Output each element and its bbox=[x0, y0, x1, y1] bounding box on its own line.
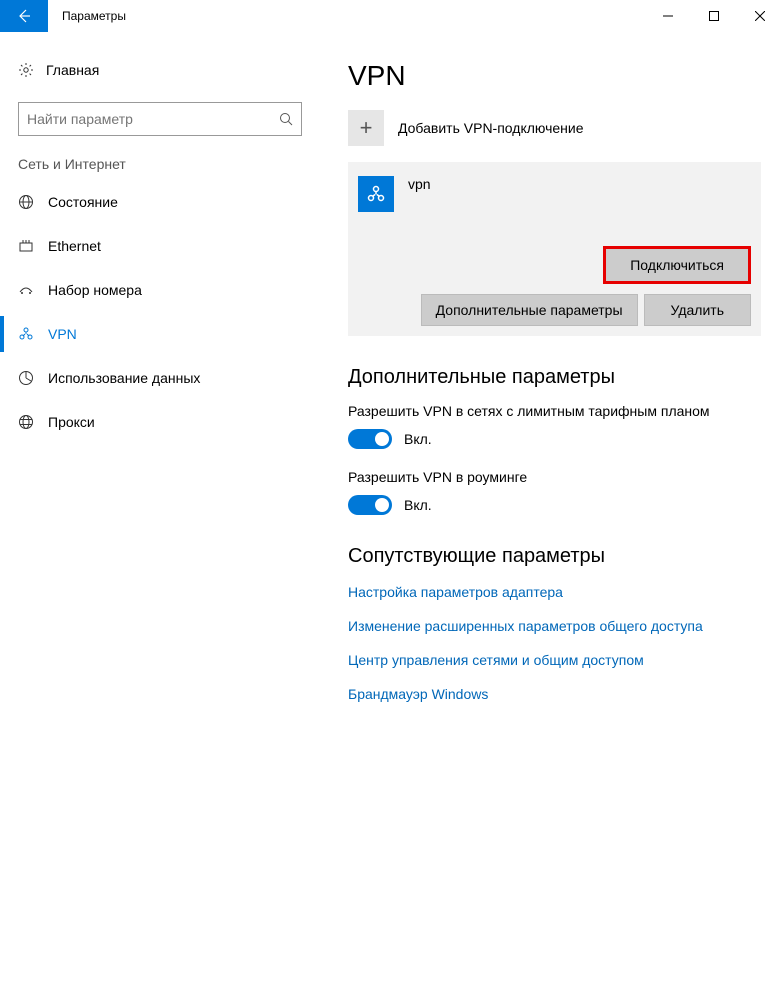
proxy-icon bbox=[18, 414, 48, 430]
connect-button[interactable]: Подключиться bbox=[603, 246, 751, 284]
setting-desc: Разрешить VPN в роуминге bbox=[348, 469, 761, 485]
setting-desc: Разрешить VPN в сетях с лимитным тарифны… bbox=[348, 403, 761, 419]
arrow-left-icon bbox=[16, 8, 32, 24]
maximize-icon bbox=[709, 11, 719, 21]
page-heading: VPN bbox=[348, 60, 761, 92]
advanced-options-button[interactable]: Дополнительные параметры bbox=[421, 294, 638, 326]
setting-roaming: Разрешить VPN в роуминге Вкл. bbox=[348, 469, 761, 515]
toggle-state: Вкл. bbox=[404, 497, 432, 513]
gear-icon bbox=[18, 62, 46, 78]
window-title: Параметры bbox=[48, 0, 126, 32]
title-bar: Параметры bbox=[0, 0, 783, 32]
sidebar-item-label: VPN bbox=[48, 326, 77, 342]
toggle-metered[interactable] bbox=[348, 429, 392, 449]
sidebar-item-data-usage[interactable]: Использование данных bbox=[0, 356, 320, 400]
sidebar-item-status[interactable]: Состояние bbox=[0, 180, 320, 224]
vpn-connection-name: vpn bbox=[408, 176, 431, 192]
related-heading: Сопутствующие параметры bbox=[348, 545, 761, 568]
dialup-icon bbox=[18, 282, 48, 298]
main-content: VPN + Добавить VPN-подключение vpn Подкл… bbox=[320, 32, 783, 984]
search-icon bbox=[279, 112, 293, 126]
toggle-state: Вкл. bbox=[404, 431, 432, 447]
globe-icon bbox=[18, 194, 48, 210]
vpn-connection-card[interactable]: vpn Подключиться Дополнительные параметр… bbox=[348, 162, 761, 336]
search-box[interactable] bbox=[18, 102, 302, 136]
data-usage-icon bbox=[18, 370, 48, 386]
link-firewall[interactable]: Брандмауэр Windows bbox=[348, 686, 761, 702]
sidebar-item-label: Состояние bbox=[48, 194, 118, 210]
vpn-icon bbox=[18, 326, 48, 342]
search-input[interactable] bbox=[27, 111, 279, 127]
link-sharing-settings[interactable]: Изменение расширенных параметров общего … bbox=[348, 618, 761, 634]
minimize-button[interactable] bbox=[645, 0, 691, 32]
minimize-icon bbox=[663, 11, 673, 21]
sidebar: Главная Сеть и Интернет Состояние Ethern… bbox=[0, 32, 320, 984]
advanced-heading: Дополнительные параметры bbox=[348, 366, 761, 389]
add-vpn-row[interactable]: + Добавить VPN-подключение bbox=[348, 110, 761, 146]
sidebar-item-proxy[interactable]: Прокси bbox=[0, 400, 320, 444]
related-section: Сопутствующие параметры Настройка параме… bbox=[348, 545, 761, 702]
sidebar-item-dialup[interactable]: Набор номера bbox=[0, 268, 320, 312]
close-icon bbox=[755, 11, 765, 21]
maximize-button[interactable] bbox=[691, 0, 737, 32]
sidebar-item-vpn[interactable]: VPN bbox=[0, 312, 320, 356]
back-button[interactable] bbox=[0, 0, 48, 32]
setting-metered: Разрешить VPN в сетях с лимитным тарифны… bbox=[348, 403, 761, 449]
delete-button[interactable]: Удалить bbox=[644, 294, 751, 326]
link-network-center[interactable]: Центр управления сетями и общим доступом bbox=[348, 652, 761, 668]
sidebar-item-label: Использование данных bbox=[48, 370, 200, 386]
sidebar-item-label: Набор номера bbox=[48, 282, 142, 298]
sidebar-item-label: Ethernet bbox=[48, 238, 101, 254]
close-button[interactable] bbox=[737, 0, 783, 32]
sidebar-home-label: Главная bbox=[46, 62, 99, 78]
sidebar-item-label: Прокси bbox=[48, 414, 95, 430]
ethernet-icon bbox=[18, 238, 48, 254]
sidebar-home[interactable]: Главная bbox=[0, 52, 320, 88]
toggle-roaming[interactable] bbox=[348, 495, 392, 515]
vpn-connection-icon bbox=[358, 176, 394, 212]
plus-icon: + bbox=[348, 110, 384, 146]
link-adapter-settings[interactable]: Настройка параметров адаптера bbox=[348, 584, 761, 600]
sidebar-item-ethernet[interactable]: Ethernet bbox=[0, 224, 320, 268]
sidebar-group-title: Сеть и Интернет bbox=[0, 156, 320, 180]
add-vpn-label: Добавить VPN-подключение bbox=[398, 120, 584, 136]
